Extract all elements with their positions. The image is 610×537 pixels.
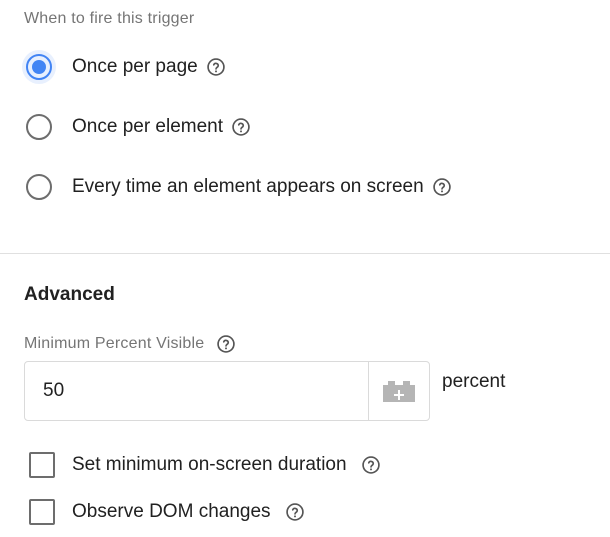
radio-label: Once per page: [72, 56, 198, 77]
help-icon[interactable]: [206, 57, 226, 77]
checkbox-unchecked-icon[interactable]: [29, 452, 55, 478]
checkbox-unchecked-icon[interactable]: [29, 499, 55, 525]
radio-label: Every time an element appears on screen: [72, 176, 424, 197]
radio-once-per-page[interactable]: Once per page: [22, 50, 226, 84]
advanced-title: Advanced: [24, 284, 115, 305]
radio-once-per-element[interactable]: Once per element: [26, 111, 251, 143]
checkbox-min-duration[interactable]: Set minimum on-screen duration: [29, 450, 381, 480]
help-icon[interactable]: [361, 455, 381, 475]
radio-every-time-appears[interactable]: Every time an element appears on screen: [26, 171, 452, 203]
help-icon[interactable]: [231, 117, 251, 137]
checkbox-label: Observe DOM changes: [72, 501, 271, 522]
help-icon[interactable]: [285, 502, 305, 522]
help-icon[interactable]: [216, 334, 236, 354]
min-percent-label-row: Minimum Percent Visible: [24, 332, 236, 356]
min-percent-input[interactable]: [25, 362, 368, 420]
radio-unchecked-icon[interactable]: [26, 174, 52, 200]
section-label-when-to-fire: When to fire this trigger: [24, 10, 195, 27]
min-percent-label: Minimum Percent Visible: [24, 335, 205, 352]
section-divider: [0, 253, 610, 254]
min-percent-field: [24, 361, 430, 421]
variable-picker-button[interactable]: [368, 362, 429, 420]
radio-checked-icon[interactable]: [22, 50, 56, 84]
checkbox-observe-dom[interactable]: Observe DOM changes: [29, 497, 305, 527]
radio-label: Once per element: [72, 116, 224, 137]
checkbox-label: Set minimum on-screen duration: [72, 454, 347, 475]
help-icon[interactable]: [432, 177, 452, 197]
variable-picker-icon: [383, 381, 415, 402]
percent-suffix: percent: [442, 371, 506, 392]
radio-unchecked-icon[interactable]: [26, 114, 52, 140]
